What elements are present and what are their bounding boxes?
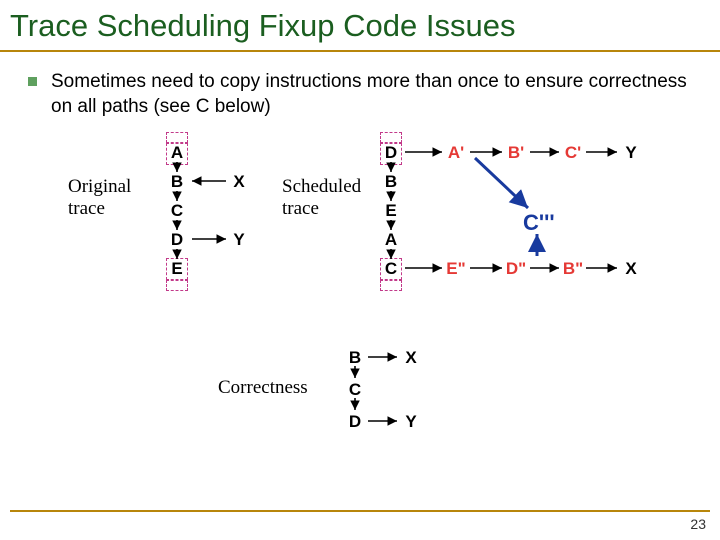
node-Cppp: C''' xyxy=(523,210,555,236)
node-Bp: B' xyxy=(505,143,527,163)
node-Ap: A' xyxy=(445,143,467,163)
node-orig-C: C xyxy=(166,201,188,221)
bullet-square-icon xyxy=(28,77,37,86)
bullet-row: Sometimes need to copy instructions more… xyxy=(0,52,720,119)
node-orig-Y: Y xyxy=(228,230,250,250)
node-orig-E: E xyxy=(166,259,188,279)
label-correctness: Correctness xyxy=(218,377,308,399)
node-orig-B: B xyxy=(166,172,188,192)
dashbox-c-bot xyxy=(380,280,402,291)
node-corr-X: X xyxy=(400,348,422,368)
node-sched-Y: Y xyxy=(620,143,642,163)
node-sched-D: D xyxy=(380,143,402,163)
node-Edd: E" xyxy=(445,259,467,279)
node-corr-B: B xyxy=(344,348,366,368)
node-sched-B: B xyxy=(380,172,402,192)
footer-divider xyxy=(10,510,710,512)
node-orig-D: D xyxy=(166,230,188,250)
node-Cp: C' xyxy=(562,143,584,163)
slide-title: Trace Scheduling Fixup Code Issues xyxy=(0,0,720,52)
node-Ddd: D" xyxy=(505,259,527,279)
node-Bdd: B" xyxy=(562,259,584,279)
page-number: 23 xyxy=(690,516,706,532)
node-sched-X: X xyxy=(620,259,642,279)
node-corr-C: C xyxy=(344,380,366,400)
label-scheduled-trace: Scheduled trace xyxy=(282,176,361,220)
label-original-trace: Original trace xyxy=(68,176,131,220)
node-sched-A: A xyxy=(380,230,402,250)
node-corr-D: D xyxy=(344,412,366,432)
dashbox-d-top xyxy=(380,132,402,143)
node-sched-C: C xyxy=(380,259,402,279)
dashbox-e-bot xyxy=(166,280,188,291)
node-corr-Y: Y xyxy=(400,412,422,432)
dashbox-a-top xyxy=(166,132,188,143)
node-orig-X: X xyxy=(228,172,250,192)
bullet-text: Sometimes need to copy instructions more… xyxy=(51,70,700,119)
diagram-area: Original trace A B C D E X Y Scheduled t… xyxy=(0,130,720,460)
node-sched-E: E xyxy=(380,201,402,221)
node-orig-A: A xyxy=(166,143,188,163)
